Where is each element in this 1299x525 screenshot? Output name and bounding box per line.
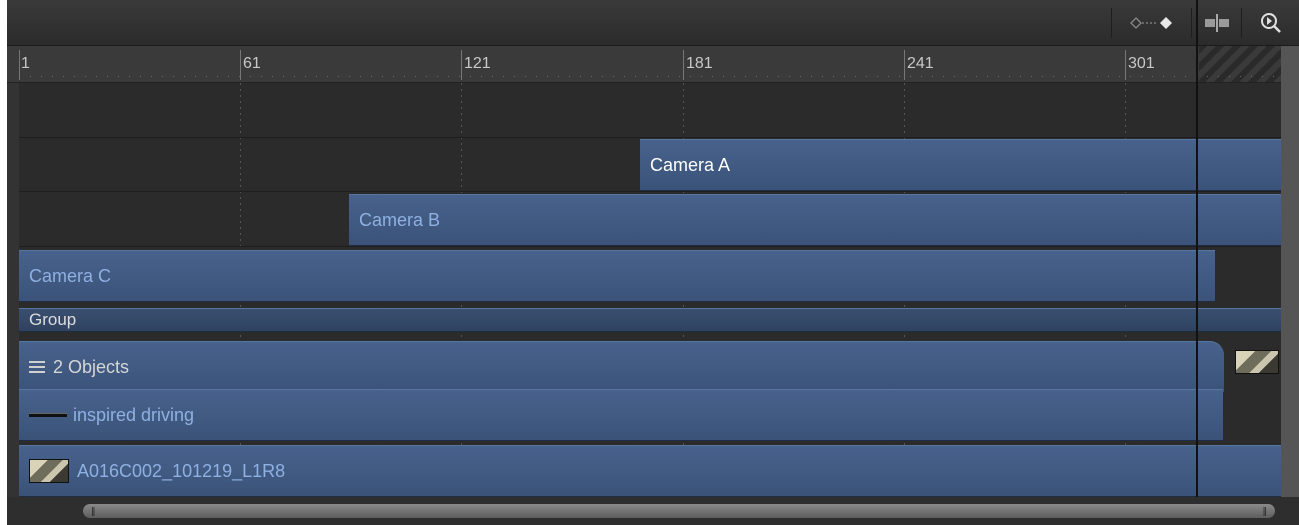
ruler-label: 301 (1128, 55, 1155, 72)
ruler-label: 1 (21, 55, 30, 72)
video-thumbnail-icon (29, 459, 69, 483)
scroll-thumb[interactable]: ‖ ‖ (83, 504, 1275, 518)
keyframe-navigation-icon (1130, 17, 1172, 29)
track-label: A016C002_101219_L1R8 (77, 460, 286, 481)
track-label: inspired driving (73, 404, 195, 425)
scroll-grip-left[interactable]: ‖ (91, 507, 96, 517)
snapping-icon (1205, 14, 1229, 32)
track-bar-clip[interactable]: A016C002_101219_L1R8 (19, 445, 1281, 497)
clip-thumbnail (1235, 350, 1279, 374)
track-divider (19, 246, 1281, 247)
ruler-tick (240, 50, 241, 80)
ruler-minor-ticks (19, 76, 1281, 77)
ruler-tick (19, 50, 20, 80)
timeline-ruler[interactable]: 1 61 121 181 241 301 (7, 46, 1281, 83)
ruler-label: 61 (243, 55, 261, 72)
track-bar-group[interactable]: Group (19, 308, 1281, 332)
horizontal-scrollbar[interactable]: ‖ ‖ (7, 497, 1299, 525)
track-bar-camera-c[interactable]: Camera C (19, 250, 1215, 302)
keyframe-button[interactable] (1111, 8, 1192, 38)
ruler-label: 121 (464, 55, 491, 72)
snapping-button[interactable] (1191, 8, 1242, 38)
track-divider (19, 137, 1281, 138)
track-label: Camera C (29, 265, 112, 286)
video-thumbnail-icon (1235, 350, 1279, 374)
ruler-tick (461, 50, 462, 80)
timeline-tracks: Camera A Camera B Camera C Group 2 Objec… (19, 83, 1281, 497)
track-label: Camera B (359, 209, 441, 230)
track-bar-objects[interactable]: 2 Objects (19, 341, 1224, 393)
ruler-tick (904, 50, 905, 80)
timeline-toolbar (7, 0, 1299, 46)
playhead[interactable] (1196, 0, 1198, 497)
zoom-to-fit-icon (1261, 13, 1281, 33)
vertical-scrollbar[interactable] (1281, 46, 1299, 497)
ruler-label: 241 (907, 55, 934, 72)
audio-waveform-icon (29, 413, 67, 417)
track-bar-camera-b[interactable]: Camera B (349, 194, 1281, 246)
timeline-window: 1 61 121 181 241 301 Camera A Camera B C… (7, 0, 1299, 525)
scroll-grip-right[interactable]: ‖ (1263, 507, 1268, 517)
track-label: Camera A (650, 154, 731, 175)
track-bar-camera-a[interactable]: Camera A (640, 139, 1281, 191)
ruler-label: 181 (686, 55, 713, 72)
list-icon (29, 358, 45, 376)
zoom-button[interactable] (1241, 8, 1299, 38)
track-label: 2 Objects (53, 356, 130, 377)
track-label: Group (29, 310, 77, 329)
ruler-tick (1125, 50, 1126, 80)
track-bar-audio[interactable]: inspired driving (19, 389, 1223, 441)
ruler-tick (683, 50, 684, 80)
track-divider (19, 191, 1281, 192)
